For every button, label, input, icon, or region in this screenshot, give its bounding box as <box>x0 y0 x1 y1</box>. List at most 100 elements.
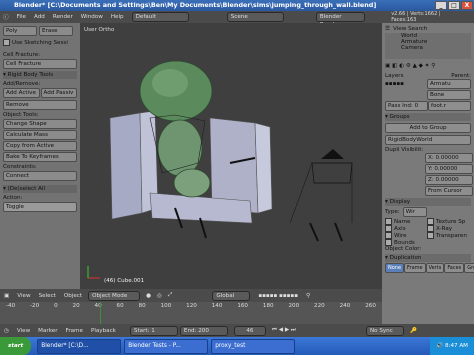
object-menu[interactable]: Object <box>64 293 82 299</box>
add-passive-button[interactable]: Add Passiv <box>40 88 77 98</box>
constraints-label: Constraints: <box>3 164 37 170</box>
playback-menu[interactable]: Playback <box>91 328 116 334</box>
parent-type-select[interactable]: Bone <box>427 90 471 100</box>
calculate-mass-button[interactable]: Calculate Mass <box>3 130 77 140</box>
outliner-view-search[interactable]: View Search <box>393 26 427 32</box>
add-active-button[interactable]: Add Active <box>3 88 40 98</box>
manipulator-icon[interactable]: ⤢ <box>168 292 172 299</box>
group-name-field[interactable]: RigidBodyWorld <box>385 135 471 145</box>
minimize-button[interactable]: _ <box>435 1 447 10</box>
tool-shelf: Poly Erase Use Sketching Sessi Cell Frac… <box>0 23 80 289</box>
timeline-view-menu[interactable]: View <box>17 328 30 334</box>
parent-field[interactable]: Armatu <box>427 79 471 89</box>
deselect-all-header[interactable]: ▾ (De)select All <box>3 185 77 193</box>
task-proxy-test[interactable]: proxy_test <box>211 338 296 354</box>
action-select[interactable]: Toggle <box>3 202 77 212</box>
transparent-checkbox[interactable]: Transparen <box>427 232 467 239</box>
timeline-editor-icon[interactable]: ◷ <box>4 328 9 334</box>
end-frame-field[interactable]: End: 200 <box>179 325 228 336</box>
clock: 8:47 AM <box>445 343 468 349</box>
dup-faces-button[interactable]: Faces <box>444 263 465 273</box>
marker-menu[interactable]: Marker <box>38 328 57 334</box>
shading-icon[interactable]: ● <box>146 293 151 299</box>
dupli-offset-y[interactable]: Y: 0.00000 <box>425 164 473 174</box>
scene-render <box>87 60 353 279</box>
tick: 260 <box>365 303 376 309</box>
menu-render[interactable]: Render <box>53 14 73 20</box>
task-blender-tests[interactable]: Blender Tests - P... <box>124 338 209 354</box>
current-frame-field[interactable]: 46 <box>233 325 266 336</box>
parent-bone-field[interactable]: foot.r <box>428 101 471 111</box>
start-button[interactable]: start <box>0 337 32 355</box>
dup-verts-button[interactable]: Verts <box>425 263 445 273</box>
tick: 240 <box>339 303 351 309</box>
tick: 120 <box>186 303 197 309</box>
bake-to-keyframes-button[interactable]: Bake To Keyframes <box>3 152 77 162</box>
connect-button[interactable]: Connect <box>3 171 77 181</box>
outliner-item-camera[interactable]: Camera <box>401 45 471 51</box>
pivot-icon[interactable]: ◎ <box>157 293 162 299</box>
copy-from-active-button[interactable]: Copy from Active <box>3 141 77 151</box>
menu-file[interactable]: File <box>17 14 26 20</box>
dup-none-button[interactable]: None <box>385 263 405 273</box>
properties-tabs: ▣ ◧ ◐ ⚙ ▲ ◆ ✦ ⚲ <box>385 61 471 70</box>
snap-icon[interactable]: ⚲ <box>306 293 310 299</box>
poly-button[interactable]: Poly <box>3 26 37 36</box>
dup-frames-button[interactable]: Frame <box>404 263 426 273</box>
editor-type-icon[interactable]: ⓘ <box>3 13 9 21</box>
remove-button[interactable]: Remove <box>3 100 77 110</box>
select-menu[interactable]: Select <box>39 293 56 299</box>
menu-help[interactable]: Help <box>111 14 124 20</box>
mode-select[interactable]: Object Mode <box>88 290 141 301</box>
object-color-label: Object Color: <box>385 246 422 252</box>
dup-group-button[interactable]: Group <box>464 263 474 273</box>
menu-window[interactable]: Window <box>81 14 103 20</box>
view3d-editor-icon[interactable]: ▣ <box>4 293 9 299</box>
use-sketching-checkbox[interactable]: Use Sketching Sessi <box>3 39 77 46</box>
change-shape-button[interactable]: Change Shape <box>3 119 77 129</box>
layer-buttons[interactable]: ▪▪▪▪▪ ▪▪▪▪▪ <box>258 293 298 299</box>
dupli-offset-z[interactable]: Z: 0.00000 <box>425 175 473 185</box>
timeline[interactable]: -40 -20 0 20 40 60 80 100 120 140 160 18… <box>0 302 382 324</box>
playback-controls[interactable]: ⏮ ◀ ▶ ⏭ <box>272 327 296 334</box>
outliner-icon[interactable]: ☰ <box>385 26 390 32</box>
cell-fracture-button[interactable]: Cell Fracture <box>3 59 77 69</box>
axis-checkbox[interactable]: Axis <box>385 225 427 232</box>
tray-icons[interactable]: 🔊 <box>436 343 445 349</box>
display-type-select[interactable]: Wir <box>402 207 427 217</box>
close-button[interactable]: X <box>461 1 473 10</box>
add-to-group-button[interactable]: Add to Group <box>385 123 471 133</box>
from-cursor-button[interactable]: From Cursor <box>425 186 473 196</box>
layers-grid[interactable]: ▪▪▪▪▪ <box>385 81 404 87</box>
wire-checkbox[interactable]: Wire <box>385 232 427 239</box>
maximize-button[interactable]: □ <box>448 1 460 10</box>
groups-header[interactable]: ▾ Groups <box>385 113 471 121</box>
sync-select[interactable]: No Sync <box>365 325 404 336</box>
task-blender[interactable]: Blender* [C:\D... <box>37 338 122 354</box>
3d-viewport[interactable]: User Ortho (46) Cube.001 <box>80 23 382 289</box>
layout-selector[interactable]: Default <box>131 12 189 22</box>
texture-space-checkbox[interactable]: Texture Sp <box>427 218 467 225</box>
scene-stats: v2.66 | Verts:1662 | Faces:163 <box>391 11 441 23</box>
name-checkbox[interactable]: Name <box>385 218 427 225</box>
pass-index-field[interactable]: Pass Ind: 0 <box>385 101 428 111</box>
keying-icon[interactable]: 🔑 <box>410 328 417 334</box>
bounds-checkbox[interactable]: Bounds <box>385 239 471 246</box>
tick: 0 <box>54 303 58 309</box>
duplication-header[interactable]: ▾ Duplication <box>385 254 471 262</box>
rigid-body-tools-header[interactable]: ▾ Rigid Body Tools <box>3 71 77 79</box>
properties-tab-icons[interactable]: ▣ ◧ ◐ ⚙ ▲ ◆ ✦ ⚲ <box>385 63 435 69</box>
erase-button[interactable]: Erase <box>39 26 73 36</box>
scene-selector[interactable]: Scene <box>226 12 284 22</box>
view-menu[interactable]: View <box>17 293 30 299</box>
dupli-offset-x[interactable]: X: 0.00000 <box>425 153 473 163</box>
frame-menu[interactable]: Frame <box>66 328 83 334</box>
display-header[interactable]: ▾ Display <box>385 198 471 206</box>
start-frame-field[interactable]: Start: 1 <box>129 325 178 336</box>
tick: 180 <box>262 303 274 309</box>
render-engine-select[interactable]: Blender Render <box>315 12 366 28</box>
menu-add[interactable]: Add <box>34 14 45 20</box>
orientation-select[interactable]: Global <box>212 290 251 301</box>
playhead[interactable] <box>100 302 101 324</box>
xray-checkbox[interactable]: X-Ray <box>427 225 467 232</box>
